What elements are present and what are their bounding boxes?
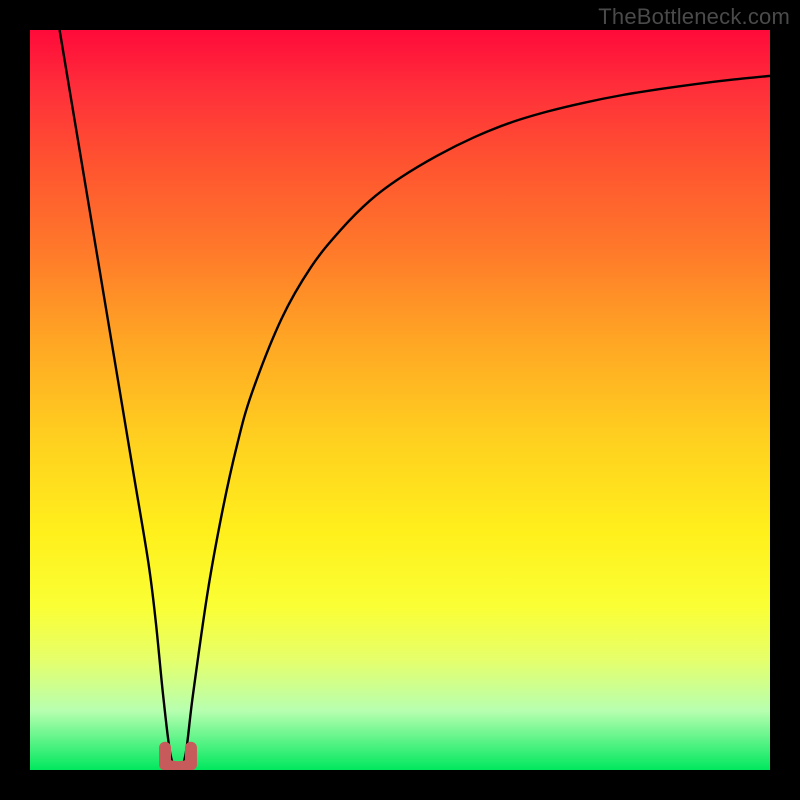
plot-area — [30, 30, 770, 770]
watermark-text: TheBottleneck.com — [598, 4, 790, 30]
optimal-point-marker — [165, 748, 191, 767]
chart-frame: TheBottleneck.com — [0, 0, 800, 800]
chart-svg — [30, 30, 770, 770]
bottleneck-curve-path — [60, 30, 770, 770]
